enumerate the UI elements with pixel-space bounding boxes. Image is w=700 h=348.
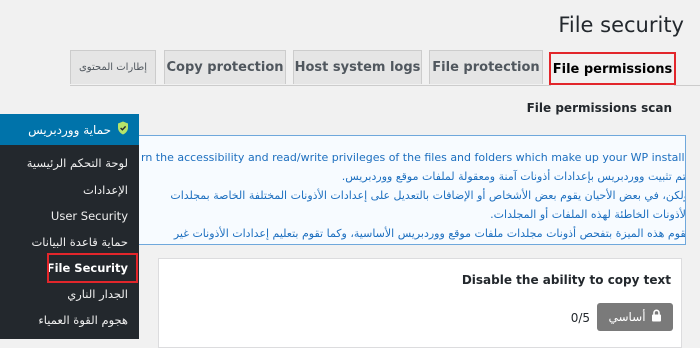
info-line: يتم تثبيت ووردبريس بإعدادات أذونات آمنة … xyxy=(341,170,686,183)
sidebar-item-user-security[interactable]: User Security xyxy=(51,209,128,223)
info-line: rn the accessibility and read/write priv… xyxy=(141,151,686,164)
info-line: تقوم هذه الميزة بتفحص أذونات مجلدات ملفا… xyxy=(173,227,686,240)
sidebar-header[interactable]: حماية ووردبريس xyxy=(0,114,139,145)
sidebar-header-label: حماية ووردبريس xyxy=(28,122,111,137)
sidebar-item-dashboard[interactable]: لوحة التحكم الرئيسية xyxy=(27,156,128,170)
page-title: File security xyxy=(558,13,684,37)
info-line: ولكن، في بعض الأحيان يقوم بعض الأشخاص أو… xyxy=(170,189,686,202)
level-badge: أساسي xyxy=(597,303,673,331)
sidebar-item-firewall[interactable]: الجدار الناري xyxy=(67,287,128,301)
shield-icon xyxy=(117,121,129,138)
tab-content-frames[interactable]: إطارات المحتوى xyxy=(70,50,156,84)
sidebar-item-brute-force[interactable]: هجوم القوة العمياء xyxy=(38,313,128,327)
level-label: أساسي xyxy=(608,310,646,324)
sidebar-item-settings[interactable]: الإعدادات xyxy=(83,183,128,197)
tab-file-protection[interactable]: File protection xyxy=(429,50,543,84)
tab-copy-protection[interactable]: Copy protection xyxy=(164,50,286,84)
sidebar-item-database-security[interactable]: حماية قاعدة البيانات xyxy=(31,235,128,249)
admin-sidebar: حماية ووردبريس لوحة التحكم الرئيسية الإع… xyxy=(0,114,139,339)
tab-host-system-logs[interactable]: Host system logs xyxy=(293,50,422,84)
feature-panel: Disable the ability to copy text 0/5 أسا… xyxy=(158,258,682,348)
section-title: File permissions scan xyxy=(526,101,672,115)
tab-file-permissions[interactable]: File permissions xyxy=(551,52,674,86)
lock-icon xyxy=(651,309,662,325)
feature-score: 0/5 xyxy=(570,311,590,325)
feature-title: Disable the ability to copy text xyxy=(461,273,671,287)
sidebar-item-file-security[interactable]: File Security xyxy=(47,261,128,275)
info-line: الأذونات الخاطئة لهذه الملفات أو المجلدا… xyxy=(490,208,686,221)
